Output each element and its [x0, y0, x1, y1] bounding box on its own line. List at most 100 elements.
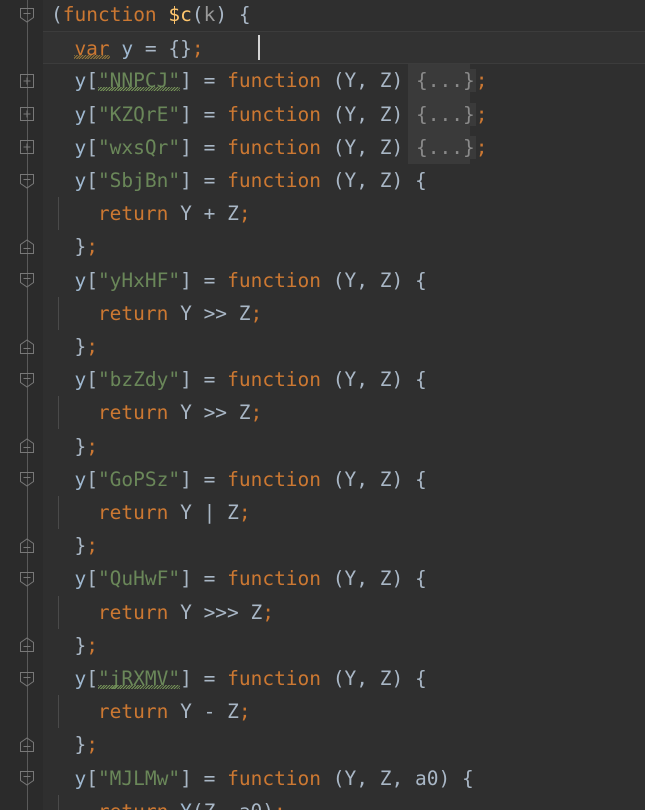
code-line-text: y["QuHwF"] = function (Y, Z) { [74, 562, 426, 595]
keyword-token: function [227, 268, 322, 292]
code-token: Z [227, 202, 239, 226]
code-token: , [356, 368, 380, 392]
code-line[interactable]: return Y | Z; [0, 496, 645, 529]
code-token: ( [192, 800, 204, 810]
fold-marker-fold-start-expanded[interactable] [19, 770, 35, 786]
function-name-token: $c [168, 3, 192, 26]
code-token: , [215, 800, 238, 810]
code-token: ( [321, 169, 345, 192]
code-line[interactable]: y["jRXMV"] = function (Y, Z) { [0, 662, 645, 695]
fold-marker-fold-end[interactable] [19, 239, 35, 255]
code-token: Z [379, 368, 392, 392]
code-token: , [356, 69, 380, 93]
fold-marker-fold-collapsed[interactable] [19, 139, 35, 155]
code-editor[interactable]: (function $c(k) {var y = {}; y["NNPCJ"] =… [0, 0, 645, 810]
code-line[interactable]: y["wxsQr"] = function (Y, Z) {...}; [0, 131, 645, 164]
code-token: Z [238, 301, 251, 325]
code-token: ] [180, 268, 192, 292]
code-line[interactable]: return Y >> Z; [0, 396, 645, 429]
code-line[interactable]: }; [0, 529, 645, 562]
fold-marker-fold-start-expanded[interactable] [19, 272, 35, 288]
code-line[interactable]: y["MJLMw"] = function (Y, Z, a0) { [0, 762, 645, 795]
code-token: } [74, 235, 87, 259]
folded-code-placeholder[interactable]: {...} [414, 135, 476, 159]
code-line[interactable]: var y = {}; [0, 31, 645, 65]
code-token: [ [86, 102, 98, 126]
folded-code-placeholder[interactable]: {...} [414, 69, 476, 93]
code-line-text: }; [74, 728, 98, 761]
code-line-text: return Y(Z, a0); [98, 795, 286, 810]
code-line[interactable]: y["yHxHF"] = function (Y, Z) { [0, 264, 645, 297]
code-token: = [191, 667, 228, 690]
code-line-text: return Y >> Z; [98, 396, 262, 429]
code-token: y [74, 169, 87, 192]
code-token: , [356, 467, 380, 491]
code-token: ( [321, 268, 345, 292]
code-line[interactable]: return Y >> Z; [0, 297, 645, 330]
fold-marker-fold-end[interactable] [19, 637, 35, 653]
code-line[interactable]: y["bzZdy"] = function (Y, Z) { [0, 363, 645, 396]
fold-marker-fold-start-expanded[interactable] [19, 471, 35, 487]
fold-marker-fold-start-expanded[interactable] [19, 173, 35, 189]
code-token: Z [379, 69, 392, 93]
code-line[interactable]: return Y >>> Z; [0, 596, 645, 629]
fold-marker-fold-collapsed[interactable] [19, 106, 35, 122]
code-token: ; [86, 434, 98, 458]
code-token: >>> [191, 600, 251, 624]
code-line[interactable]: }; [0, 430, 645, 463]
code-line-text: }; [74, 629, 98, 662]
code-token: >> [191, 301, 239, 325]
code-token: [ [86, 135, 98, 159]
fold-marker-fold-end[interactable] [19, 538, 35, 554]
code-token: y [74, 467, 87, 491]
code-line[interactable]: y["SbjBn"] = function (Y, Z) { [0, 164, 645, 197]
code-token: ; [86, 534, 98, 558]
code-line[interactable]: }; [0, 629, 645, 662]
code-line[interactable]: y["KZQrE"] = function (Y, Z) {...}; [0, 98, 645, 131]
code-token: ; [86, 633, 98, 657]
fold-marker-fold-start-expanded[interactable] [19, 671, 35, 687]
fold-marker-fold-collapsed[interactable] [19, 73, 35, 89]
code-token: [ [86, 169, 98, 192]
code-line[interactable]: (function $c(k) { [0, 0, 645, 31]
code-line[interactable]: y["GoPSz"] = function (Y, Z) { [0, 463, 645, 496]
code-line[interactable]: }; [0, 728, 645, 761]
fold-marker-fold-end[interactable] [19, 338, 35, 355]
code-token: Y [344, 766, 357, 790]
fold-marker-fold-start-expanded[interactable] [19, 571, 35, 587]
fold-marker-fold-end[interactable] [19, 438, 35, 454]
code-line[interactable]: y["QuHwF"] = function (Y, Z) { [0, 562, 645, 595]
fold-marker-fold-end[interactable] [19, 737, 35, 753]
code-line[interactable]: }; [0, 330, 645, 363]
code-token: y [121, 37, 134, 61]
code-line[interactable]: return Y + Z; [0, 197, 645, 230]
code-token: ] [180, 102, 192, 126]
code-token: } [74, 733, 87, 757]
code-token: ( [321, 667, 345, 690]
code-line[interactable]: return Y - Z; [0, 695, 645, 728]
code-line[interactable]: }; [0, 230, 645, 263]
keyword-token: function [62, 3, 157, 26]
code-token: ; [250, 401, 263, 425]
code-token: k [203, 3, 216, 26]
code-token: = [191, 766, 228, 790]
code-token: ( [191, 3, 204, 26]
code-token: ) [391, 69, 415, 93]
editor-gutter[interactable] [0, 0, 43, 810]
folded-code-placeholder[interactable]: {...} [414, 102, 476, 126]
fold-marker-fold-start-expanded[interactable] [19, 7, 35, 23]
code-line-text: y["bzZdy"] = function (Y, Z) { [74, 363, 426, 396]
code-line-text: return Y + Z; [98, 197, 251, 230]
code-line[interactable]: return Y(Z, a0); [0, 795, 645, 810]
code-token: ) { [391, 467, 427, 491]
keyword-token: return [97, 301, 169, 325]
code-token: ; [238, 501, 251, 524]
fold-marker-fold-start-expanded[interactable] [19, 372, 35, 388]
code-line[interactable]: y["NNPCJ"] = function (Y, Z) {...}; [0, 64, 645, 97]
code-token: } [74, 534, 87, 558]
code-token: [ [86, 467, 98, 491]
code-token: y [74, 368, 87, 392]
